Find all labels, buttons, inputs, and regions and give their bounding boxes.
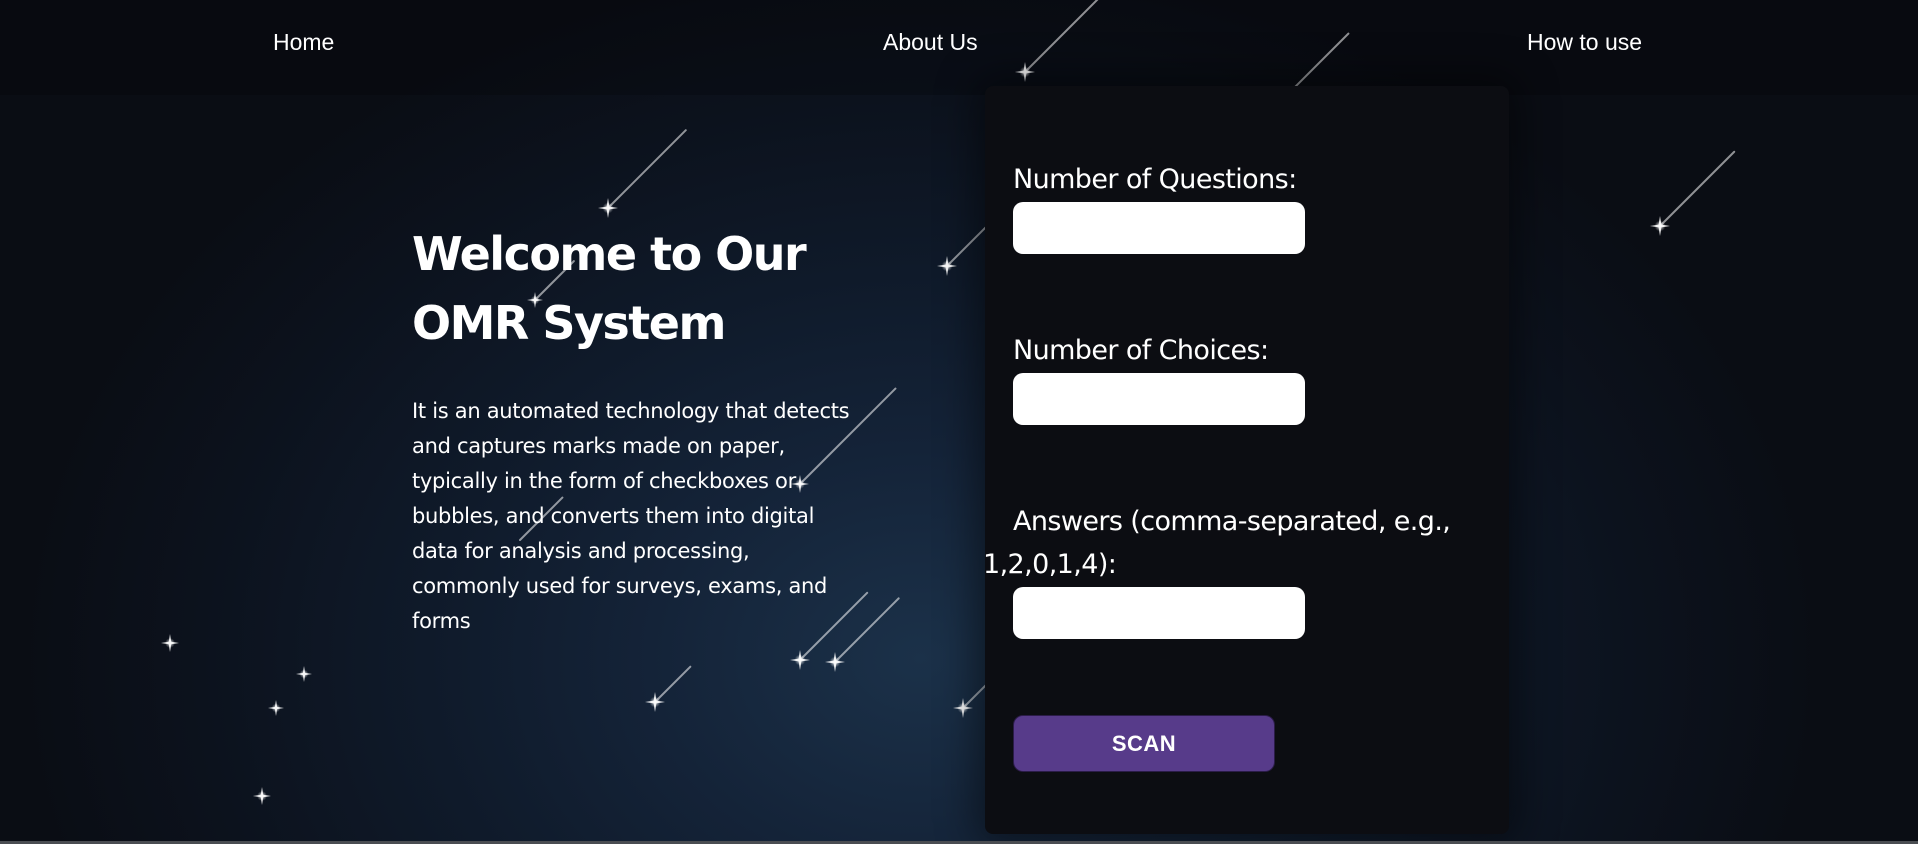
sparkle-icon	[296, 666, 312, 682]
answers-label-line-1: Answers (comma-separated, e.g.,	[1013, 506, 1451, 537]
nav-home-link[interactable]: Home	[273, 29, 334, 56]
shooting-stars-background	[0, 0, 1918, 805]
hero-section: Welcome to Our OMR System It is an autom…	[412, 220, 862, 639]
nav-about-us-link[interactable]: About Us	[883, 29, 978, 56]
shooting-star-trail	[654, 665, 692, 703]
nav-how-to-use-link[interactable]: How to use	[1527, 29, 1642, 56]
sparkle-icon	[161, 634, 179, 652]
shooting-star-trail	[1659, 150, 1736, 227]
omr-scan-form: Number of Questions: Number of Choices: …	[983, 86, 1509, 834]
answers-label-line-2: 1,2,0,1,4):	[983, 549, 1117, 580]
hero-description: It is an automated technology that detec…	[412, 399, 850, 633]
top-navigation: Home About Us How to use	[0, 0, 1918, 88]
shooting-star-trail	[607, 129, 687, 209]
questions-input[interactable]	[1013, 202, 1305, 254]
answers-input[interactable]	[1013, 587, 1305, 639]
choices-label: Number of Choices:	[1013, 335, 1269, 366]
sparkle-icon	[253, 787, 271, 805]
questions-label: Number of Questions:	[1013, 164, 1297, 195]
hero-title: Welcome to Our OMR System	[412, 227, 807, 350]
sparkle-icon	[268, 700, 284, 716]
scan-button[interactable]: SCAN	[1013, 715, 1275, 772]
choices-input[interactable]	[1013, 373, 1305, 425]
